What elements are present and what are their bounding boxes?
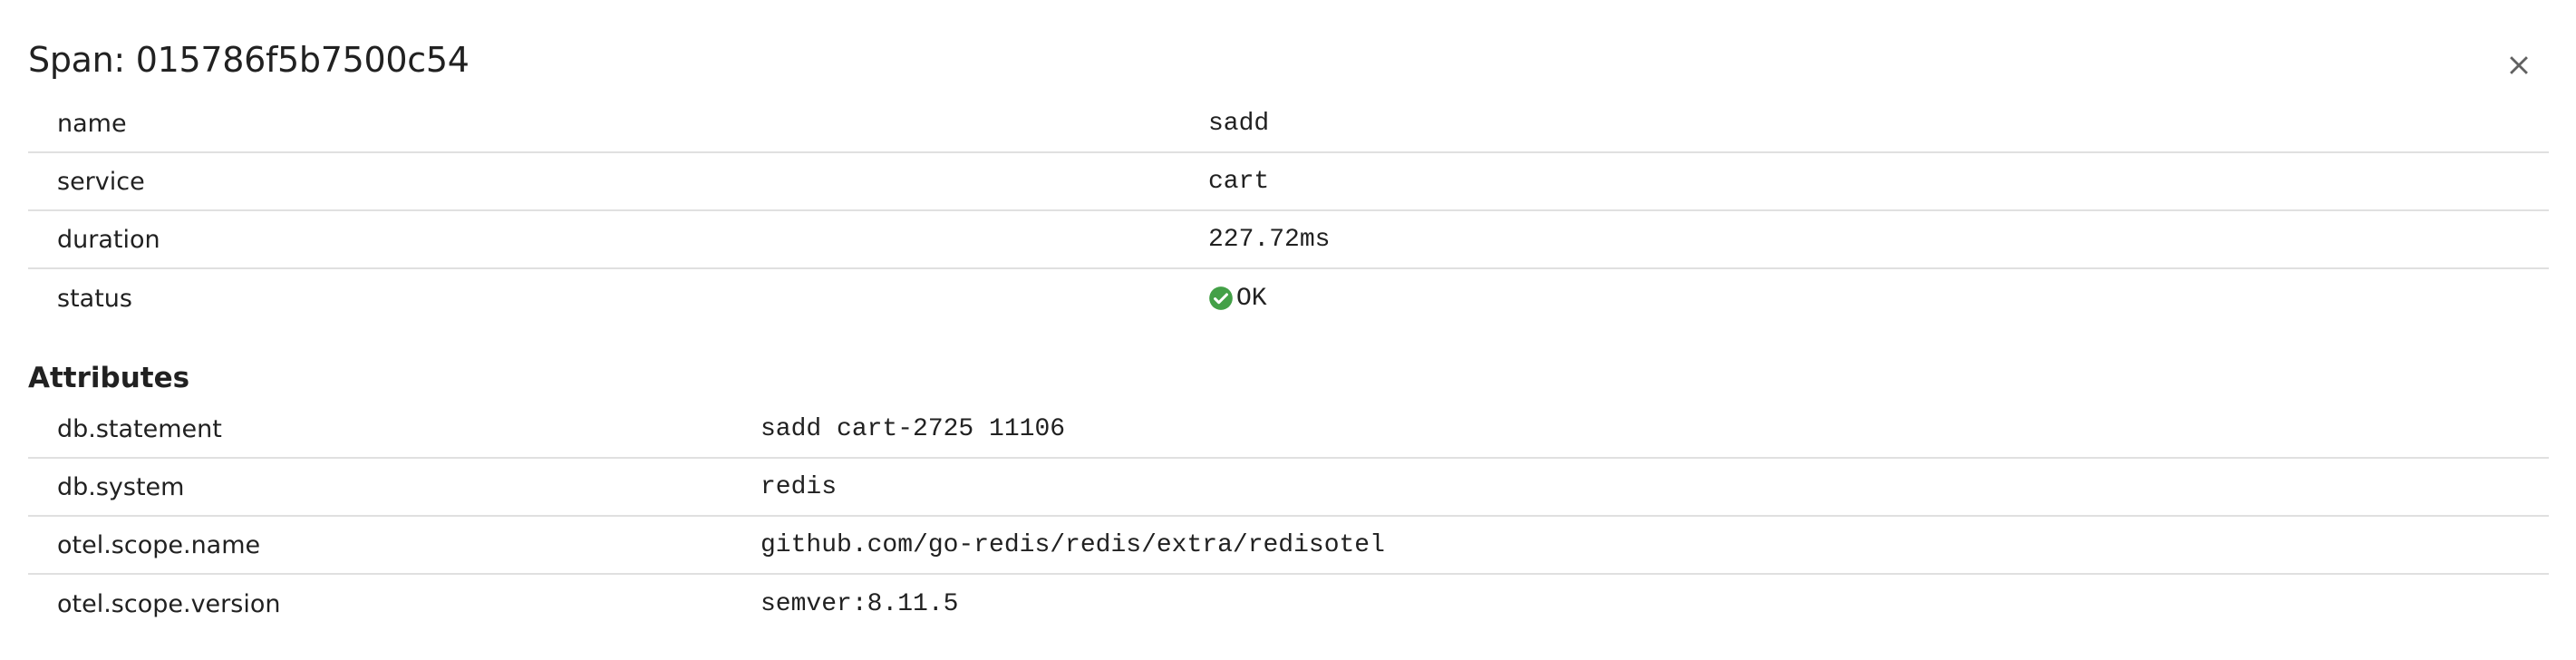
check-circle-icon — [1209, 286, 1233, 310]
attr-value: redis — [760, 472, 838, 501]
span-details-panel: Span: 015786f5b7500c54 name sadd service… — [0, 0, 2576, 660]
row-key: status — [57, 284, 132, 313]
close-icon — [2510, 56, 2528, 74]
table-row: status OK — [28, 269, 2549, 327]
status-text: OK — [1236, 284, 1267, 313]
row-key: duration — [57, 225, 160, 254]
table-row: db.system redis — [28, 459, 2549, 517]
panel-header: Span: 015786f5b7500c54 — [28, 33, 2548, 87]
row-value: sadd — [1208, 109, 1270, 138]
attr-value: sadd cart-2725 11106 — [760, 414, 1066, 443]
table-row: otel.scope.version semver:8.11.5 — [28, 575, 2549, 633]
table-row: service cart — [28, 153, 2549, 211]
attributes-heading: Attributes — [28, 362, 190, 394]
attr-key: db.statement — [57, 414, 222, 443]
page-title: Span: 015786f5b7500c54 — [28, 40, 470, 80]
row-value: 227.72ms — [1208, 225, 1331, 254]
status-value: OK — [1208, 285, 1267, 313]
attr-value: github.com/go-redis/redis/extra/redisote… — [760, 530, 1385, 559]
close-button[interactable] — [2490, 36, 2548, 94]
table-row: duration 227.72ms — [28, 211, 2549, 269]
attr-key: db.system — [57, 472, 185, 501]
attributes-table: db.statement sadd cart-2725 11106 db.sys… — [28, 401, 2549, 633]
row-key: name — [57, 109, 127, 138]
attr-value: semver:8.11.5 — [760, 589, 959, 618]
attr-key: otel.scope.version — [57, 589, 281, 618]
row-value: cart — [1208, 167, 1270, 196]
row-key: service — [57, 167, 145, 196]
table-row: name sadd — [28, 95, 2549, 153]
table-row: otel.scope.name github.com/go-redis/redi… — [28, 517, 2549, 575]
span-info-table: name sadd service cart duration 227.72ms… — [28, 95, 2549, 327]
attr-key: otel.scope.name — [57, 530, 261, 559]
table-row: db.statement sadd cart-2725 11106 — [28, 401, 2549, 459]
